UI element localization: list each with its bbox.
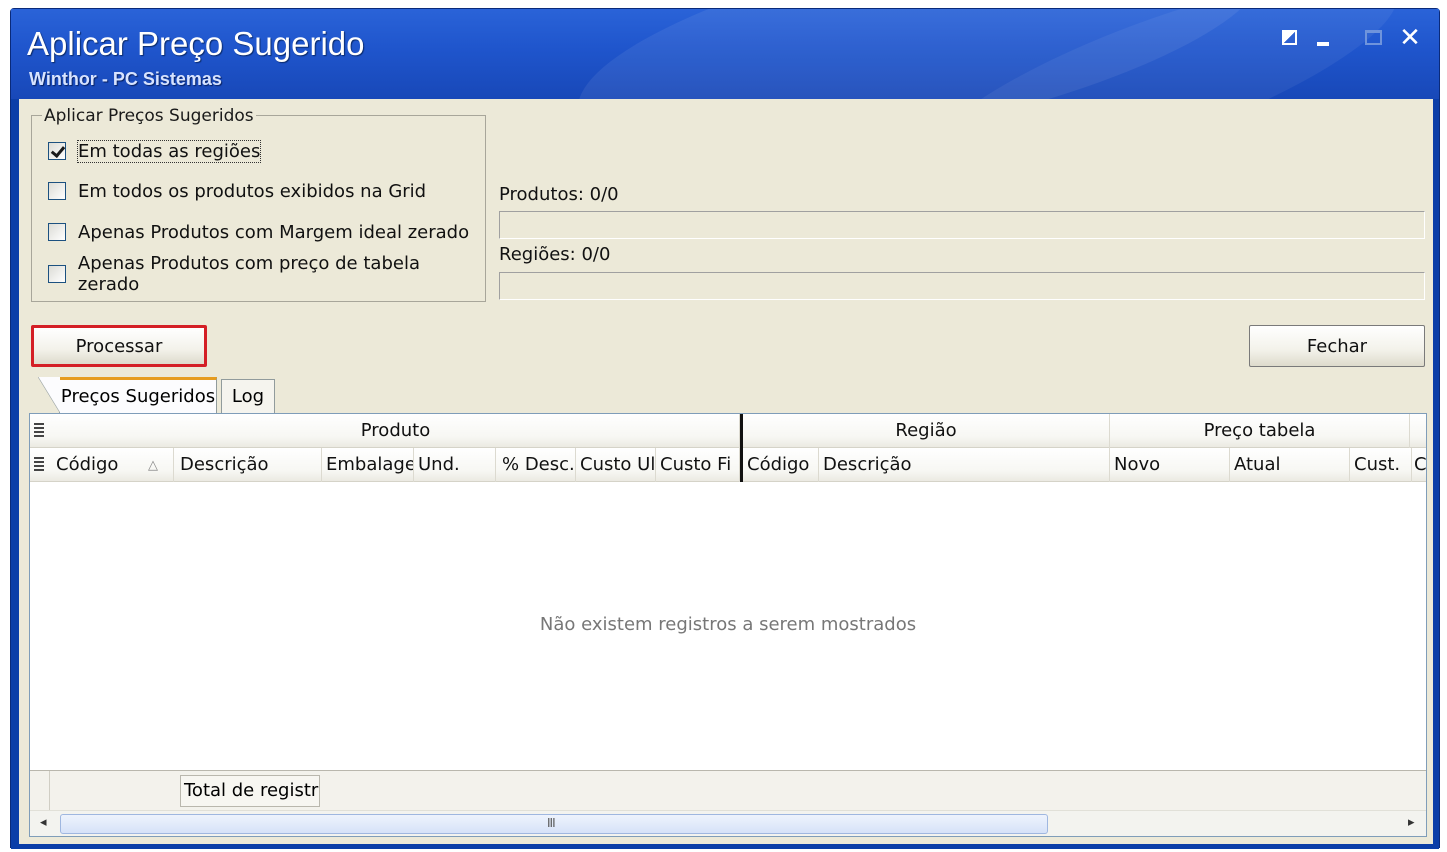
grid-column-header: Código △ Descrição Embalagem Und. % Desc… bbox=[30, 448, 1426, 482]
col-c[interactable]: C bbox=[1412, 448, 1426, 482]
products-progress-label: Produtos: 0/0 bbox=[499, 184, 619, 205]
band-preco-tabela[interactable]: Preço tabela bbox=[1110, 414, 1410, 448]
option-all-grid-products-label[interactable]: Em todos os produtos exibidos na Grid bbox=[78, 181, 426, 202]
close-button[interactable]: Fechar bbox=[1249, 325, 1425, 367]
window-subtitle: Winthor - PC Sistemas bbox=[29, 69, 222, 89]
empty-grid-message: Não existem registros a serem mostrados bbox=[539, 614, 917, 635]
col-preco-atual[interactable]: Atual bbox=[1230, 448, 1350, 482]
close-icon[interactable]: ✕ bbox=[1399, 25, 1421, 51]
scrollbar-thumb[interactable]: III bbox=[60, 814, 1048, 834]
col-regiao-descricao[interactable]: Descrição bbox=[819, 448, 1110, 482]
minimize-icon[interactable] bbox=[1313, 27, 1335, 49]
column-indicator-icon[interactable] bbox=[34, 457, 44, 473]
grid-band-header: Produto Região Preço tabela bbox=[30, 414, 1426, 448]
option-zero-margin[interactable]: Apenas Produtos com Margem ideal zerado bbox=[48, 221, 469, 243]
band-indicator-icon[interactable] bbox=[34, 423, 44, 439]
option-all-regions-label[interactable]: Em todas as regiões bbox=[76, 139, 262, 163]
prices-grid[interactable]: Produto Região Preço tabela Código △ Des… bbox=[29, 413, 1427, 837]
col-preco-novo[interactable]: Novo bbox=[1110, 448, 1230, 482]
process-button[interactable]: Processar bbox=[31, 325, 207, 367]
scroll-left-icon[interactable]: ◂ bbox=[40, 815, 47, 830]
col-desc[interactable]: % Desc. bbox=[496, 448, 576, 482]
option-all-grid-products[interactable]: Em todos os produtos exibidos na Grid bbox=[48, 180, 426, 202]
tab-suggested-prices-label: Preços Sugeridos bbox=[60, 386, 216, 407]
restore-icon[interactable] bbox=[1279, 27, 1301, 49]
col-custo-fin[interactable]: Custo Fi bbox=[656, 448, 740, 482]
horizontal-scrollbar[interactable]: ◂ III ▸ bbox=[30, 810, 1426, 836]
window-client: Aplicar Preços Sugeridos Em todas as reg… bbox=[19, 99, 1433, 844]
title-bar[interactable]: Aplicar Preço Sugerido Winthor - PC Sist… bbox=[11, 9, 1439, 99]
option-zero-table-price-label[interactable]: Apenas Produtos com preço de tabela zera… bbox=[78, 253, 485, 295]
tab-log[interactable]: Log bbox=[221, 379, 275, 413]
options-group-label: Aplicar Preços Sugeridos bbox=[42, 106, 256, 126]
options-groupbox: Aplicar Preços Sugeridos Em todas as reg… bbox=[31, 107, 486, 302]
option-zero-table-price[interactable]: Apenas Produtos com preço de tabela zera… bbox=[48, 253, 485, 295]
app-window: Aplicar Preço Sugerido Winthor - PC Sist… bbox=[10, 8, 1440, 849]
band-separator bbox=[740, 414, 743, 482]
regions-progress-label: Regiões: 0/0 bbox=[499, 244, 611, 265]
band-produto[interactable]: Produto bbox=[52, 414, 740, 448]
footer-total-records: Total de registr bbox=[180, 775, 320, 807]
option-zero-margin-label[interactable]: Apenas Produtos com Margem ideal zerado bbox=[78, 222, 469, 243]
window-title: Aplicar Preço Sugerido bbox=[27, 25, 365, 62]
band-regiao[interactable]: Região bbox=[743, 414, 1110, 448]
col-embalagem[interactable]: Embalagem bbox=[322, 448, 414, 482]
col-produto-descricao[interactable]: Descrição bbox=[174, 448, 322, 482]
col-und[interactable]: Und. bbox=[414, 448, 496, 482]
close-button-label: Fechar bbox=[1306, 335, 1368, 357]
grip-icon: III bbox=[547, 816, 556, 830]
checkbox-all-regions[interactable] bbox=[48, 142, 66, 160]
maximize-icon[interactable] bbox=[1363, 27, 1385, 49]
checkbox-all-grid-products[interactable] bbox=[48, 182, 66, 200]
sort-asc-icon[interactable]: △ bbox=[148, 458, 158, 473]
regions-progress-bar bbox=[499, 272, 1425, 300]
col-regiao-codigo[interactable]: Código bbox=[743, 448, 819, 482]
tab-log-label: Log bbox=[231, 386, 265, 407]
tab-suggested-prices[interactable]: Preços Sugeridos bbox=[38, 377, 217, 413]
scroll-right-icon[interactable]: ▸ bbox=[1408, 815, 1415, 830]
col-cust[interactable]: Cust. bbox=[1350, 448, 1412, 482]
option-all-regions[interactable]: Em todas as regiões bbox=[48, 139, 262, 163]
grid-footer: Total de registr bbox=[30, 770, 1426, 811]
checkbox-zero-table-price[interactable] bbox=[48, 265, 66, 283]
products-progress-bar bbox=[499, 211, 1425, 239]
col-custo-ult[interactable]: Custo Ul bbox=[576, 448, 656, 482]
checkbox-zero-margin[interactable] bbox=[48, 223, 66, 241]
process-button-label: Processar bbox=[75, 335, 163, 357]
